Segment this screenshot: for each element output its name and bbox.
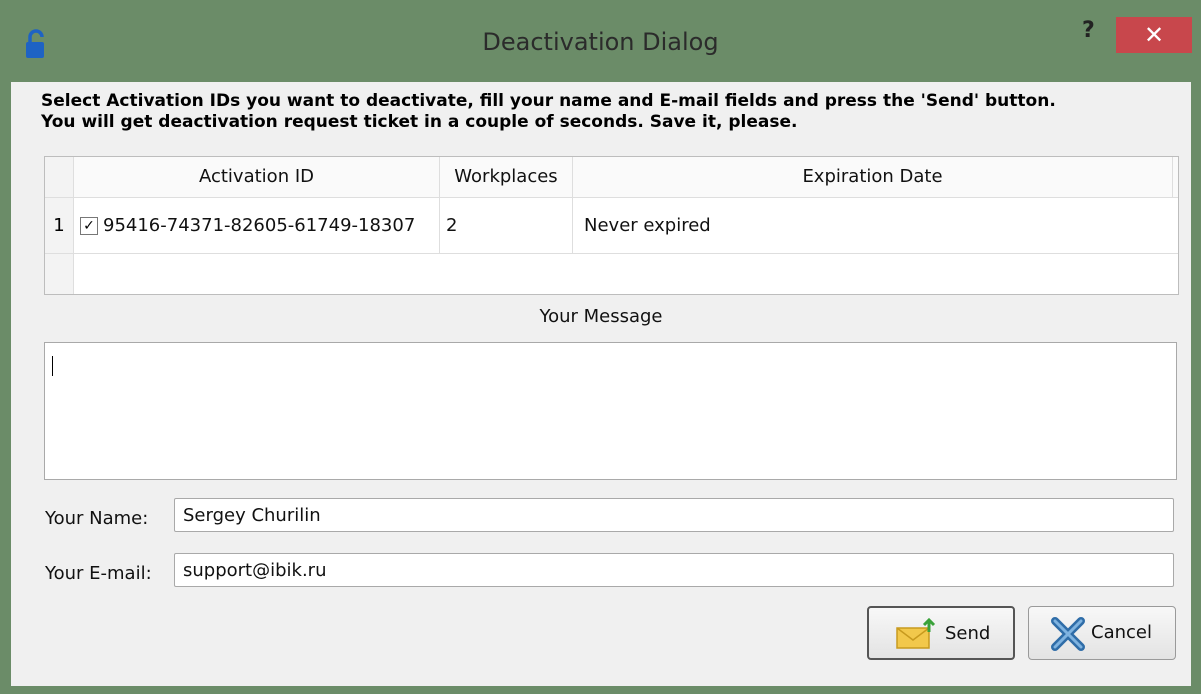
instructions-line-2: You will get deactivation request ticket…: [41, 112, 798, 132]
column-header-workplaces[interactable]: Workplaces: [440, 157, 573, 197]
row-number: 1: [45, 198, 74, 253]
message-label: Your Message: [539, 306, 663, 327]
instructions-text: Select Activation IDs you want to deacti…: [41, 91, 1181, 133]
title-bar: Deactivation Dialog ? ✕: [0, 0, 1201, 82]
table-row[interactable]: 1 ✓ 95416-74371-82605-61749-18307 2 Neve…: [45, 198, 1178, 254]
empty-row-header: [45, 254, 74, 294]
row-checkbox[interactable]: ✓: [80, 217, 98, 235]
name-label: Your Name:: [45, 508, 149, 529]
close-icon: ✕: [1143, 21, 1165, 49]
send-label: Send: [945, 623, 991, 644]
activation-table[interactable]: Activation ID Workplaces Expiration Date…: [44, 156, 1179, 295]
mail-icon: [895, 617, 937, 652]
instructions-line-1: Select Activation IDs you want to deacti…: [41, 91, 1056, 111]
name-input[interactable]: Sergey Churilin: [174, 498, 1174, 532]
close-button[interactable]: ✕: [1116, 17, 1192, 53]
cancel-button[interactable]: Cancel: [1028, 606, 1176, 660]
cell-activation-id: 95416-74371-82605-61749-18307: [101, 198, 440, 253]
message-textarea[interactable]: [44, 342, 1177, 480]
dialog-content: Select Activation IDs you want to deacti…: [11, 82, 1191, 686]
help-button[interactable]: ?: [1082, 18, 1095, 43]
text-caret: [52, 356, 53, 376]
email-input[interactable]: support@ibik.ru: [174, 553, 1174, 587]
email-label: Your E-mail:: [45, 563, 152, 584]
cell-expiration-date: Never expired: [584, 215, 711, 236]
table-corner: [45, 157, 74, 197]
cancel-label: Cancel: [1091, 622, 1152, 643]
deactivation-dialog: Deactivation Dialog ? ✕ Select Activatio…: [0, 0, 1201, 694]
window-title: Deactivation Dialog: [482, 28, 719, 56]
column-header-activation-id[interactable]: Activation ID: [74, 157, 440, 197]
send-button[interactable]: Send: [867, 606, 1015, 660]
cell-workplaces: 2: [440, 198, 573, 253]
column-header-expiration-date[interactable]: Expiration Date: [573, 157, 1173, 197]
x-cancel-icon: [1047, 617, 1089, 651]
table-header: Activation ID Workplaces Expiration Date: [45, 157, 1178, 198]
